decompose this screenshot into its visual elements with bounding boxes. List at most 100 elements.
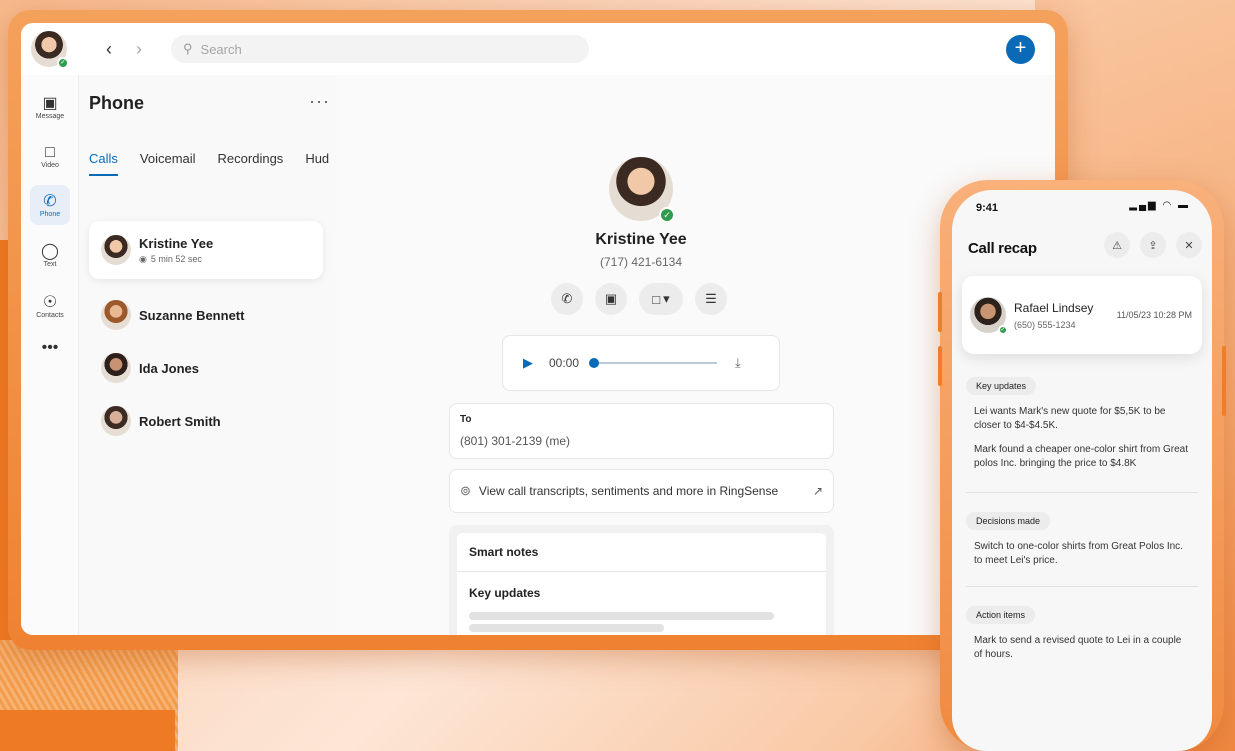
share-icon[interactable]: ⇪	[1140, 232, 1166, 258]
message-button[interactable]: ▣	[595, 283, 627, 315]
tab-calls[interactable]: Calls	[89, 151, 118, 176]
list-item[interactable]: Suzanne Bennett	[89, 286, 323, 344]
contact-icon: ☉	[42, 293, 58, 311]
tab-hud[interactable]: Hud	[305, 151, 329, 176]
close-icon[interactable]: ✕	[1176, 232, 1202, 258]
rail-item-label: Contacts	[36, 311, 64, 319]
phone-screen: 9:41 ▂▄▆ ◠ ▬ Call recap ⚠ ⇪ ✕ ✓ Rafael L…	[952, 190, 1212, 751]
more-icon: •••	[41, 339, 59, 356]
contact-name: Robert Smith	[139, 413, 221, 429]
smart-notes-card: Smart notes Key updates	[449, 525, 834, 635]
rail-item-label: Message	[35, 112, 65, 120]
list-item[interactable]: Robert Smith	[89, 392, 323, 450]
calls-list-pane: Phone ··· Calls Voicemail Recordings Hud…	[79, 75, 336, 635]
tab-bar: Calls Voicemail Recordings Hud	[89, 151, 329, 176]
search-icon: ⚲	[183, 41, 193, 56]
recap-toolbar: ⚠ ⇪ ✕	[1104, 232, 1202, 258]
rail-item-label: Video	[41, 161, 59, 169]
left-rail: ▣ Message □ Video ✆ Phone ◯ Text ☉ Conta…	[21, 75, 79, 635]
audio-player: ▶ 00:00 ⤓	[502, 335, 780, 391]
avatar	[101, 300, 131, 330]
search-bar[interactable]: ⚲	[171, 35, 589, 63]
phone-side-button	[938, 292, 942, 332]
divider	[966, 586, 1198, 587]
rail-item-text[interactable]: ◯ Text	[30, 235, 70, 275]
caller-name: Rafael Lindsey	[1014, 300, 1094, 315]
play-icon[interactable]: ▶	[523, 355, 533, 371]
ringsense-link[interactable]: ⊚ View call transcripts, sentiments and …	[449, 469, 834, 513]
status-check-icon: ✓	[659, 207, 675, 223]
notes-button[interactable]: ☰	[695, 283, 727, 315]
action-bar: ✆ ▣ □ ▾ ☰	[551, 283, 727, 315]
external-link-icon: ↗	[812, 484, 823, 498]
summary-item: Lei wants Mark's new quote for $5,5K to …	[974, 406, 1166, 431]
rail-item-message[interactable]: ▣ Message	[30, 87, 70, 127]
to-field: To (801) 301-2139 (me)	[449, 403, 834, 459]
rail-item-more[interactable]: •••	[30, 328, 70, 368]
message-icon: ▣	[42, 94, 58, 112]
avatar	[101, 406, 131, 436]
ringsense-text: View call transcripts, sentiments and mo…	[478, 484, 779, 498]
section-chip: Action items	[966, 606, 1036, 624]
status-check-icon: ✓	[57, 57, 69, 69]
contact-name: Ida Jones	[139, 360, 199, 376]
smart-notes-title: Smart notes	[457, 533, 826, 572]
avatar: ✓	[970, 297, 1008, 335]
contact-name: Kristine Yee	[595, 231, 687, 248]
video-button[interactable]: □ ▾	[639, 283, 683, 315]
video-icon: □	[652, 291, 661, 307]
signal-wifi-battery-icon: ▂▄▆ ◠ ▬	[1129, 200, 1190, 211]
status-check-icon: ✓	[998, 325, 1008, 335]
more-options-icon[interactable]: ···	[309, 91, 330, 112]
chat-bubble-icon: ◯	[41, 242, 59, 260]
playback-time: 00:00	[549, 356, 580, 370]
phone-icon: ✆	[43, 192, 57, 210]
contact-name: Kristine Yee	[139, 235, 214, 251]
list-item[interactable]: Ida Jones	[89, 339, 323, 397]
download-icon[interactable]: ⤓	[735, 355, 741, 371]
phone-side-button	[1222, 346, 1226, 416]
list-item[interactable]: Kristine Yee ◉ 5 min 52 sec	[89, 221, 323, 279]
top-bar: ✓ ‹ › ⚲ +	[21, 23, 1055, 75]
ringsense-icon: ⊚	[460, 483, 471, 498]
divider	[966, 492, 1198, 493]
user-avatar[interactable]: ✓	[31, 31, 69, 69]
to-value: (801) 301-2139 (me)	[460, 434, 571, 448]
call-recap-title: Call recap	[968, 240, 1037, 257]
rail-item-phone[interactable]: ✆ Phone	[30, 185, 70, 225]
caller-card[interactable]: ✓ Rafael Lindsey (650) 555-1234 11/05/23…	[962, 276, 1202, 354]
chevron-right-icon[interactable]: ›	[127, 37, 151, 61]
contact-avatar: ✓	[609, 157, 675, 223]
avatar	[101, 353, 131, 383]
action-items-section: Action items Mark to send a revised quot…	[966, 605, 1198, 662]
tab-recordings[interactable]: Recordings	[218, 151, 284, 176]
call-button[interactable]: ✆	[551, 283, 583, 315]
summary-item: Mark found a cheaper one-color shirt fro…	[974, 444, 1188, 469]
loading-placeholder	[469, 624, 664, 632]
search-input[interactable]	[200, 41, 561, 57]
call-date: 11/05/23 10:28 PM	[1116, 310, 1192, 320]
to-label: To	[460, 414, 472, 425]
notes-icon: ☰	[705, 291, 717, 306]
rail-item-label: Text	[43, 260, 57, 268]
avatar	[101, 235, 131, 265]
section-chip: Key updates	[966, 377, 1037, 395]
app-window: ✓ ‹ › ⚲ + ▣ Message □ Video ✆ Phone ◯ Te…	[21, 23, 1055, 635]
new-button[interactable]: +	[1006, 35, 1035, 64]
warning-icon[interactable]: ⚠	[1104, 232, 1130, 258]
rail-item-contacts[interactable]: ☉ Contacts	[30, 286, 70, 326]
section-chip: Decisions made	[966, 512, 1051, 530]
caller-phone: (650) 555-1234	[1014, 319, 1076, 330]
phone-side-button	[938, 346, 942, 386]
playback-slider[interactable]	[589, 358, 718, 368]
rail-item-video[interactable]: □ Video	[30, 136, 70, 176]
chevron-left-icon[interactable]: ‹	[97, 37, 121, 61]
record-icon: ◉	[139, 253, 147, 264]
key-updates-heading: Key updates	[469, 586, 541, 600]
tab-voicemail[interactable]: Voicemail	[140, 151, 196, 176]
phone-device: 9:41 ▂▄▆ ◠ ▬ Call recap ⚠ ⇪ ✕ ✓ Rafael L…	[938, 180, 1226, 751]
slider-handle[interactable]	[589, 358, 600, 368]
background-bar	[0, 710, 175, 751]
rail-item-label: Phone	[39, 210, 61, 218]
contact-phone: (717) 421-6134	[599, 255, 683, 269]
